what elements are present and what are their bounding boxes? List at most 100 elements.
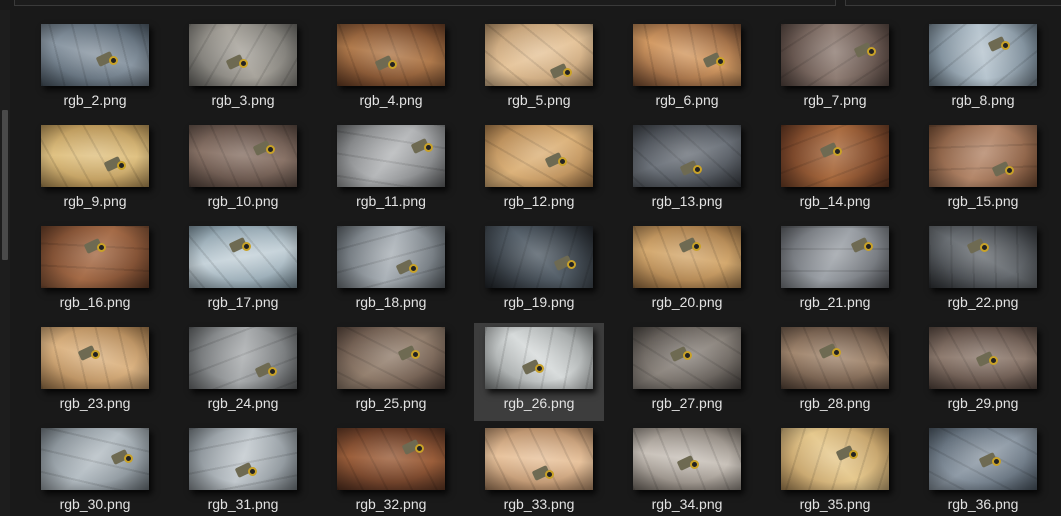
file-tile[interactable]: rgb_27.png <box>622 323 752 421</box>
image-thumbnail <box>189 24 297 86</box>
floor-texture <box>337 125 445 187</box>
file-tile[interactable]: rgb_23.png <box>30 323 160 421</box>
file-tile[interactable]: rgb_35.png <box>770 424 900 516</box>
file-tile[interactable]: rgb_6.png <box>622 20 752 118</box>
file-name-label: rgb_17.png <box>207 294 279 310</box>
file-tile[interactable]: rgb_3.png <box>178 20 308 118</box>
image-thumbnail <box>929 226 1037 288</box>
image-thumbnail <box>633 428 741 490</box>
floor-texture <box>633 226 741 288</box>
image-thumbnail <box>337 428 445 490</box>
file-name-label: rgb_33.png <box>503 496 575 512</box>
image-thumbnail <box>929 428 1037 490</box>
thumbnail-grid: rgb_2.png rgb_3.png rgb_4.png rgb_5.png rgb_… <box>0 0 1061 516</box>
file-tile[interactable]: rgb_17.png <box>178 222 308 320</box>
file-tile[interactable]: rgb_14.png <box>770 121 900 219</box>
file-tile[interactable]: rgb_16.png <box>30 222 160 320</box>
file-tile[interactable]: rgb_26.png <box>474 323 604 421</box>
floor-texture <box>189 327 297 389</box>
file-tile[interactable]: rgb_28.png <box>770 323 900 421</box>
file-name-label: rgb_35.png <box>799 496 871 512</box>
floor-texture <box>41 226 149 288</box>
file-tile[interactable]: rgb_20.png <box>622 222 752 320</box>
floor-texture <box>337 24 445 86</box>
file-tile[interactable]: rgb_5.png <box>474 20 604 118</box>
image-thumbnail <box>929 327 1037 389</box>
floor-texture <box>485 327 593 389</box>
image-thumbnail <box>781 327 889 389</box>
image-thumbnail <box>41 125 149 187</box>
file-tile[interactable]: rgb_4.png <box>326 20 456 118</box>
file-name-label: rgb_12.png <box>503 193 575 209</box>
file-tile[interactable]: rgb_9.png <box>30 121 160 219</box>
file-name-label: rgb_14.png <box>799 193 871 209</box>
file-tile[interactable]: rgb_25.png <box>326 323 456 421</box>
file-tile[interactable]: rgb_13.png <box>622 121 752 219</box>
file-browser-window: rgb_2.png rgb_3.png rgb_4.png rgb_5.png rgb_… <box>0 0 1061 516</box>
image-thumbnail <box>485 125 593 187</box>
image-thumbnail <box>781 24 889 86</box>
file-name-label: rgb_21.png <box>799 294 871 310</box>
image-thumbnail <box>633 327 741 389</box>
file-tile[interactable]: rgb_32.png <box>326 424 456 516</box>
image-thumbnail <box>337 226 445 288</box>
image-thumbnail <box>781 428 889 490</box>
floor-texture <box>633 24 741 86</box>
file-tile[interactable]: rgb_30.png <box>30 424 160 516</box>
file-tile[interactable]: rgb_15.png <box>918 121 1048 219</box>
image-thumbnail <box>189 428 297 490</box>
image-thumbnail <box>929 125 1037 187</box>
floor-texture <box>485 226 593 288</box>
image-thumbnail <box>41 226 149 288</box>
file-name-label: rgb_20.png <box>651 294 723 310</box>
file-tile[interactable]: rgb_34.png <box>622 424 752 516</box>
file-name-label: rgb_19.png <box>503 294 575 310</box>
file-tile[interactable]: rgb_10.png <box>178 121 308 219</box>
file-tile[interactable]: rgb_2.png <box>30 20 160 118</box>
file-tile[interactable]: rgb_33.png <box>474 424 604 516</box>
floor-texture <box>781 226 889 288</box>
floor-texture <box>929 125 1037 187</box>
image-thumbnail <box>633 226 741 288</box>
file-name-label: rgb_24.png <box>207 395 279 411</box>
file-tile[interactable]: rgb_22.png <box>918 222 1048 320</box>
image-thumbnail <box>633 125 741 187</box>
image-thumbnail <box>41 428 149 490</box>
image-thumbnail <box>485 24 593 86</box>
file-name-label: rgb_25.png <box>355 395 427 411</box>
floor-texture <box>781 428 889 490</box>
file-tile[interactable]: rgb_7.png <box>770 20 900 118</box>
image-thumbnail <box>189 125 297 187</box>
file-name-label: rgb_13.png <box>651 193 723 209</box>
image-thumbnail <box>929 24 1037 86</box>
file-tile[interactable]: rgb_21.png <box>770 222 900 320</box>
image-thumbnail <box>781 125 889 187</box>
file-tile[interactable]: rgb_12.png <box>474 121 604 219</box>
file-tile[interactable]: rgb_31.png <box>178 424 308 516</box>
floor-texture <box>189 428 297 490</box>
file-tile[interactable]: rgb_8.png <box>918 20 1048 118</box>
file-tile[interactable]: rgb_19.png <box>474 222 604 320</box>
file-tile[interactable]: rgb_36.png <box>918 424 1048 516</box>
image-thumbnail <box>189 226 297 288</box>
image-thumbnail <box>633 24 741 86</box>
image-thumbnail <box>41 327 149 389</box>
file-name-label: rgb_29.png <box>947 395 1019 411</box>
floor-texture <box>337 327 445 389</box>
floor-texture <box>929 226 1037 288</box>
image-thumbnail <box>41 24 149 86</box>
image-thumbnail <box>781 226 889 288</box>
floor-texture <box>485 428 593 490</box>
file-tile[interactable]: rgb_18.png <box>326 222 456 320</box>
file-name-label: rgb_27.png <box>651 395 723 411</box>
image-thumbnail <box>337 125 445 187</box>
floor-texture <box>485 125 593 187</box>
file-tile[interactable]: rgb_11.png <box>326 121 456 219</box>
image-thumbnail <box>485 327 593 389</box>
file-name-label: rgb_6.png <box>655 92 719 108</box>
file-name-label: rgb_7.png <box>803 92 867 108</box>
file-tile[interactable]: rgb_29.png <box>918 323 1048 421</box>
image-thumbnail <box>337 24 445 86</box>
image-thumbnail <box>485 428 593 490</box>
file-tile[interactable]: rgb_24.png <box>178 323 308 421</box>
